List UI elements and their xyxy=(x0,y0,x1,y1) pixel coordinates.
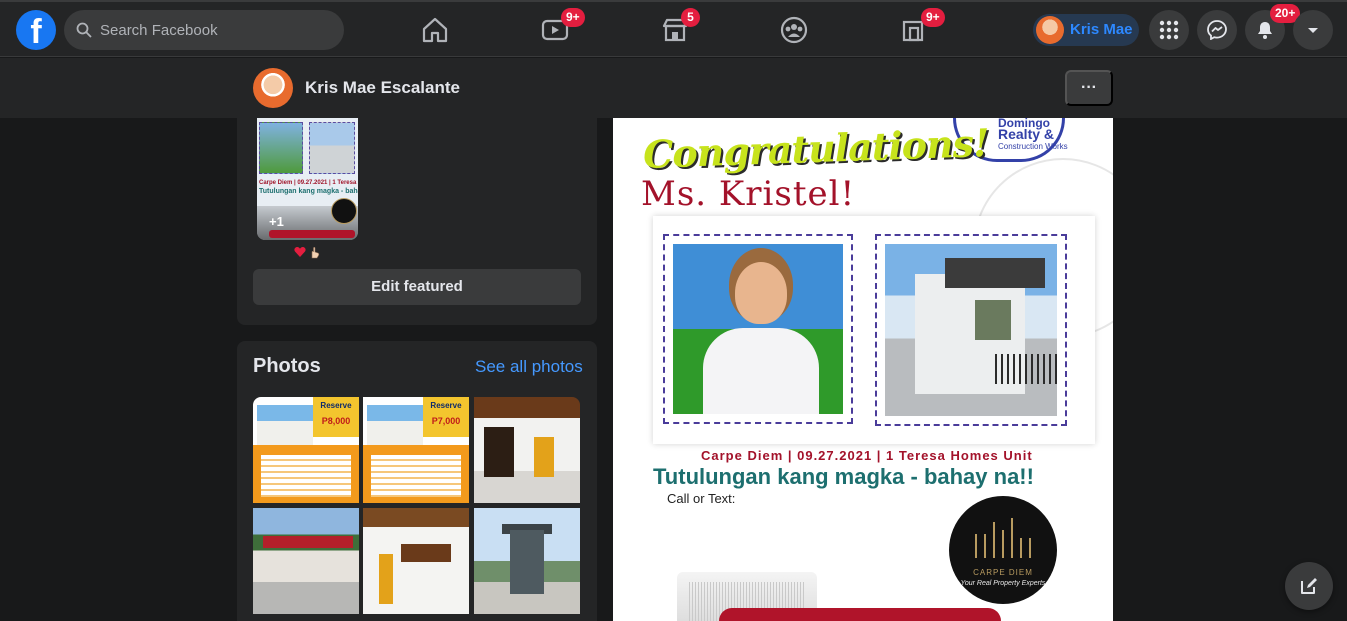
photo-thumbnail[interactable]: Reserve P7,000 xyxy=(363,397,469,503)
flyer-price-tag: Reserve P8,000 xyxy=(313,397,359,437)
apps-grid-icon xyxy=(1159,20,1179,40)
thumb-tagline-text: Tutulungan kang magka - bahay na!! xyxy=(259,188,358,195)
red-banner xyxy=(719,608,1001,621)
more-options-button[interactable]: ··· xyxy=(1065,70,1113,106)
thumb-logo xyxy=(331,198,357,224)
home-icon[interactable] xyxy=(417,12,453,48)
profile-full-name[interactable]: Kris Mae Escalante xyxy=(305,58,460,118)
photos-heading: Photos xyxy=(253,355,321,377)
reactions-icon xyxy=(294,246,320,259)
caret-down-icon xyxy=(1308,28,1318,33)
flyer-reserve-label: Reserve xyxy=(320,401,352,410)
search-box[interactable] xyxy=(64,10,344,50)
portrait-frame xyxy=(663,234,853,424)
compose-icon xyxy=(1301,578,1317,594)
portrait-shirt xyxy=(703,328,819,414)
profile-avatar[interactable] xyxy=(253,68,293,108)
flyer-house xyxy=(367,405,423,445)
flyer-table xyxy=(371,455,461,497)
post-image[interactable]: Domingo Realty & Construction Works Cong… xyxy=(613,118,1113,621)
thumb-red-strip xyxy=(269,230,355,238)
search-input[interactable] xyxy=(100,10,330,50)
see-all-photos-link[interactable]: See all photos xyxy=(475,357,583,377)
groups-icon[interactable] xyxy=(776,12,812,48)
thumb-photo-house xyxy=(309,122,355,174)
watch-badge: 9+ xyxy=(561,8,585,27)
recipient-text: Ms. Kristel! xyxy=(641,174,856,214)
gaming-badge: 9+ xyxy=(921,8,945,27)
photo-thumbnail[interactable] xyxy=(474,508,580,614)
portrait-photo xyxy=(673,244,843,414)
house-roof xyxy=(945,258,1045,288)
house-photo xyxy=(885,244,1059,416)
flyer-price-tag: Reserve P7,000 xyxy=(423,397,469,437)
interior-door xyxy=(534,437,554,477)
top-navigation-bar: f 9+ 5 9+ Kris Mae xyxy=(0,0,1347,57)
featured-more-count: +1 xyxy=(269,214,284,229)
flyer-house xyxy=(257,405,313,445)
interior-stairs xyxy=(484,427,514,477)
photo-thumbnail[interactable]: Reserve P8,000 xyxy=(253,397,359,503)
flyer-table xyxy=(261,455,351,497)
flyer-reserve-label: Reserve xyxy=(430,401,462,410)
messenger-icon xyxy=(1207,20,1227,40)
top-border xyxy=(0,0,1347,2)
logo-name: CARPE DIEM xyxy=(973,568,1033,577)
portrait-face xyxy=(735,262,787,324)
thumb-photo-portrait xyxy=(259,122,303,174)
house-fence xyxy=(995,354,1059,384)
kitchen-cabinet xyxy=(401,544,451,562)
edit-featured-button[interactable]: Edit featured xyxy=(253,269,581,305)
kitchen-door xyxy=(379,554,393,604)
menu-button[interactable] xyxy=(1149,10,1189,50)
street-roofs xyxy=(263,536,353,548)
carpe-diem-logo: CARPE DIEM Your Real Property Experts xyxy=(949,496,1057,604)
photo-thumbnail[interactable] xyxy=(363,508,469,614)
flyer-price: P7,000 xyxy=(431,416,461,426)
facebook-logo-icon[interactable]: f xyxy=(16,10,56,50)
gate-tower xyxy=(510,530,544,594)
photo-panel xyxy=(653,216,1095,444)
details-text: Carpe Diem | 09.27.2021 | 1 Teresa Homes… xyxy=(701,448,1033,463)
profile-name: Kris Mae xyxy=(1070,21,1133,38)
house-window xyxy=(975,300,1011,340)
search-icon xyxy=(76,22,92,38)
contact-text: Call or Text: xyxy=(667,491,736,506)
headline-text: Congratulations! xyxy=(642,119,990,178)
profile-shortcut[interactable]: Kris Mae xyxy=(1033,14,1139,46)
marketplace-badge: 5 xyxy=(681,8,700,27)
thumb-details-text: Carpe Diem | 09.27.2021 | 1 Teresa Homes… xyxy=(259,180,358,186)
flyer-price: P8,000 xyxy=(321,416,351,426)
logo-tagline: Your Real Property Experts xyxy=(960,580,1046,587)
photo-thumbnail[interactable] xyxy=(253,508,359,614)
house-frame xyxy=(875,234,1067,426)
photo-thumbnail[interactable] xyxy=(474,397,580,503)
messenger-button[interactable] xyxy=(1197,10,1237,50)
company-name-line2: Realty & xyxy=(998,126,1055,142)
company-name-line3: Construction Works xyxy=(998,142,1068,151)
featured-collection-thumbnail[interactable]: Carpe Diem | 09.27.2021 | 1 Teresa Homes… xyxy=(257,118,358,240)
tagline-text: Tutulungan kang magka - bahay na!! xyxy=(653,464,1034,489)
skyline-icon xyxy=(975,518,1031,558)
new-message-button[interactable] xyxy=(1285,562,1333,610)
profile-sticky-header: Kris Mae Escalante ··· xyxy=(0,58,1347,118)
account-button[interactable] xyxy=(1293,10,1333,50)
avatar xyxy=(1036,16,1064,44)
bell-icon xyxy=(1258,22,1272,39)
